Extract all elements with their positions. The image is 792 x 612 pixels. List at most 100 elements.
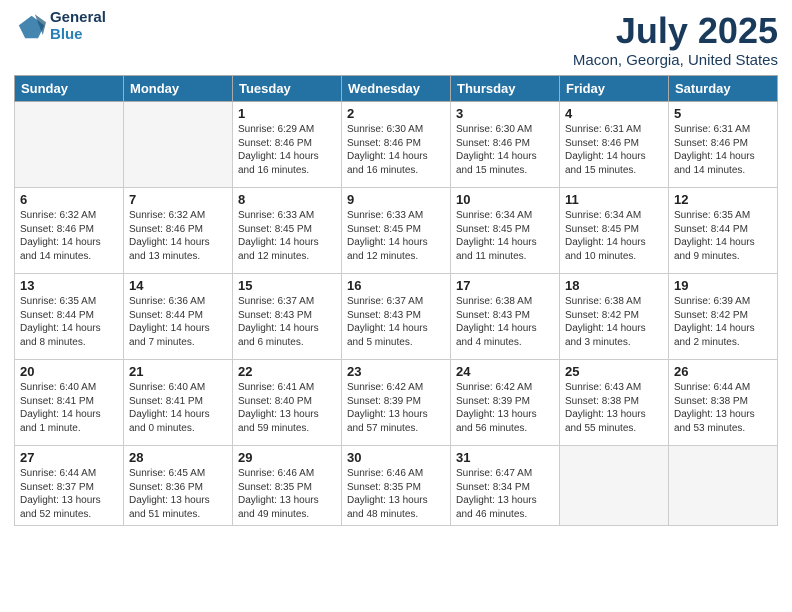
table-cell: 24 Sunrise: 6:42 AMSunset: 8:39 PMDayligh… xyxy=(451,360,560,446)
day-info: Sunrise: 6:36 AMSunset: 8:44 PMDaylight:… xyxy=(129,295,227,349)
table-cell: 28 Sunrise: 6:45 AMSunset: 8:36 PMDayligh… xyxy=(124,446,233,526)
day-info: Sunrise: 6:38 AMSunset: 8:42 PMDaylight:… xyxy=(565,295,663,349)
day-info: Sunrise: 6:44 AMSunset: 8:38 PMDaylight:… xyxy=(674,381,772,435)
table-cell: 27 Sunrise: 6:44 AMSunset: 8:37 PMDayligh… xyxy=(15,446,124,526)
day-number: 2 xyxy=(347,106,445,121)
table-cell: 20 Sunrise: 6:40 AMSunset: 8:41 PMDayligh… xyxy=(15,360,124,446)
day-info: Sunrise: 6:45 AMSunset: 8:36 PMDaylight:… xyxy=(129,467,227,521)
day-info: Sunrise: 6:31 AMSunset: 8:46 PMDaylight:… xyxy=(565,123,663,177)
table-cell: 30 Sunrise: 6:46 AMSunset: 8:35 PMDayligh… xyxy=(342,446,451,526)
day-number: 29 xyxy=(238,450,336,465)
table-cell: 11 Sunrise: 6:34 AMSunset: 8:45 PMDayligh… xyxy=(560,188,669,274)
table-cell xyxy=(15,102,124,188)
day-number: 19 xyxy=(674,278,772,293)
day-info: Sunrise: 6:40 AMSunset: 8:41 PMDaylight:… xyxy=(20,381,118,435)
table-cell: 3Sunrise: 6:30 AMSunset: 8:46 PMDaylight… xyxy=(451,102,560,188)
day-number: 16 xyxy=(347,278,445,293)
page-subtitle: Macon, Georgia, United States xyxy=(573,52,778,69)
day-number: 22 xyxy=(238,364,336,379)
day-number: 30 xyxy=(347,450,445,465)
day-info: Sunrise: 6:46 AMSunset: 8:35 PMDaylight:… xyxy=(238,467,336,521)
title-block: July 2025 Macon, Georgia, United States xyxy=(573,10,778,69)
table-cell: 31 Sunrise: 6:47 AMSunset: 8:34 PMDayligh… xyxy=(451,446,560,526)
day-info: Sunrise: 6:46 AMSunset: 8:35 PMDaylight:… xyxy=(347,467,445,521)
table-cell: 23 Sunrise: 6:42 AMSunset: 8:39 PMDayligh… xyxy=(342,360,451,446)
table-cell: 17 Sunrise: 6:38 AMSunset: 8:43 PMDayligh… xyxy=(451,274,560,360)
day-info: Sunrise: 6:30 AMSunset: 8:46 PMDaylight:… xyxy=(347,123,445,177)
day-number: 26 xyxy=(674,364,772,379)
day-number: 8 xyxy=(238,192,336,207)
day-number: 1 xyxy=(238,106,336,121)
day-number: 14 xyxy=(129,278,227,293)
table-cell: 16 Sunrise: 6:37 AMSunset: 8:43 PMDayligh… xyxy=(342,274,451,360)
day-number: 11 xyxy=(565,192,663,207)
table-cell: 18 Sunrise: 6:38 AMSunset: 8:42 PMDayligh… xyxy=(560,274,669,360)
table-cell: 10 Sunrise: 6:34 AMSunset: 8:45 PMDayligh… xyxy=(451,188,560,274)
day-info: Sunrise: 6:37 AMSunset: 8:43 PMDaylight:… xyxy=(347,295,445,349)
col-saturday: Saturday xyxy=(669,76,778,102)
calendar-table: Sunday Monday Tuesday Wednesday Thursday… xyxy=(14,75,778,526)
day-number: 25 xyxy=(565,364,663,379)
calendar-header-row: Sunday Monday Tuesday Wednesday Thursday… xyxy=(15,76,778,102)
day-info: Sunrise: 6:35 AMSunset: 8:44 PMDaylight:… xyxy=(674,209,772,263)
header: General Blue July 2025 Macon, Georgia, U… xyxy=(14,10,778,69)
table-cell: 8Sunrise: 6:33 AMSunset: 8:45 PMDaylight… xyxy=(233,188,342,274)
day-number: 7 xyxy=(129,192,227,207)
table-cell: 7 Sunrise: 6:32 AMSunset: 8:46 PMDaylight… xyxy=(124,188,233,274)
table-cell: 15 Sunrise: 6:37 AMSunset: 8:43 PMDayligh… xyxy=(233,274,342,360)
table-cell: 14 Sunrise: 6:36 AMSunset: 8:44 PMDayligh… xyxy=(124,274,233,360)
day-number: 24 xyxy=(456,364,554,379)
day-number: 31 xyxy=(456,450,554,465)
day-info: Sunrise: 6:37 AMSunset: 8:43 PMDaylight:… xyxy=(238,295,336,349)
col-monday: Monday xyxy=(124,76,233,102)
day-number: 18 xyxy=(565,278,663,293)
col-sunday: Sunday xyxy=(15,76,124,102)
table-cell: 4Sunrise: 6:31 AMSunset: 8:46 PMDaylight… xyxy=(560,102,669,188)
table-cell: 13 Sunrise: 6:35 AMSunset: 8:44 PMDayligh… xyxy=(15,274,124,360)
day-info: Sunrise: 6:44 AMSunset: 8:37 PMDaylight:… xyxy=(20,467,118,521)
day-info: Sunrise: 6:42 AMSunset: 8:39 PMDaylight:… xyxy=(347,381,445,435)
col-thursday: Thursday xyxy=(451,76,560,102)
table-cell: 6Sunrise: 6:32 AMSunset: 8:46 PMDaylight… xyxy=(15,188,124,274)
col-tuesday: Tuesday xyxy=(233,76,342,102)
table-cell: 29 Sunrise: 6:46 AMSunset: 8:35 PMDayligh… xyxy=(233,446,342,526)
table-cell: 21 Sunrise: 6:40 AMSunset: 8:41 PMDayligh… xyxy=(124,360,233,446)
day-number: 10 xyxy=(456,192,554,207)
day-number: 9 xyxy=(347,192,445,207)
day-info: Sunrise: 6:40 AMSunset: 8:41 PMDaylight:… xyxy=(129,381,227,435)
day-info: Sunrise: 6:38 AMSunset: 8:43 PMDaylight:… xyxy=(456,295,554,349)
day-info: Sunrise: 6:34 AMSunset: 8:45 PMDaylight:… xyxy=(456,209,554,263)
table-cell: 12 Sunrise: 6:35 AMSunset: 8:44 PMDayligh… xyxy=(669,188,778,274)
day-info: Sunrise: 6:29 AMSunset: 8:46 PMDaylight:… xyxy=(238,123,336,177)
day-number: 15 xyxy=(238,278,336,293)
day-number: 17 xyxy=(456,278,554,293)
day-info: Sunrise: 6:34 AMSunset: 8:45 PMDaylight:… xyxy=(565,209,663,263)
table-cell: 9 Sunrise: 6:33 AMSunset: 8:45 PMDaylight… xyxy=(342,188,451,274)
table-cell: 2 Sunrise: 6:30 AMSunset: 8:46 PMDaylight… xyxy=(342,102,451,188)
day-number: 20 xyxy=(20,364,118,379)
day-info: Sunrise: 6:39 AMSunset: 8:42 PMDaylight:… xyxy=(674,295,772,349)
page-container: General Blue July 2025 Macon, Georgia, U… xyxy=(0,0,792,612)
table-cell: 25Sunrise: 6:43 AMSunset: 8:38 PMDayligh… xyxy=(560,360,669,446)
table-cell xyxy=(124,102,233,188)
day-number: 12 xyxy=(674,192,772,207)
day-number: 13 xyxy=(20,278,118,293)
day-number: 23 xyxy=(347,364,445,379)
logo: General Blue xyxy=(14,10,106,43)
day-number: 3 xyxy=(456,106,554,121)
day-info: Sunrise: 6:33 AMSunset: 8:45 PMDaylight:… xyxy=(347,209,445,263)
day-info: Sunrise: 6:47 AMSunset: 8:34 PMDaylight:… xyxy=(456,467,554,521)
table-cell: 22 Sunrise: 6:41 AMSunset: 8:40 PMDayligh… xyxy=(233,360,342,446)
day-info: Sunrise: 6:35 AMSunset: 8:44 PMDaylight:… xyxy=(20,295,118,349)
day-number: 27 xyxy=(20,450,118,465)
table-cell: 5Sunrise: 6:31 AMSunset: 8:46 PMDaylight… xyxy=(669,102,778,188)
table-cell: 19 Sunrise: 6:39 AMSunset: 8:42 PMDayligh… xyxy=(669,274,778,360)
day-info: Sunrise: 6:31 AMSunset: 8:46 PMDaylight:… xyxy=(674,123,772,177)
day-info: Sunrise: 6:41 AMSunset: 8:40 PMDaylight:… xyxy=(238,381,336,435)
page-title: July 2025 xyxy=(573,10,778,52)
day-number: 21 xyxy=(129,364,227,379)
day-info: Sunrise: 6:32 AMSunset: 8:46 PMDaylight:… xyxy=(129,209,227,263)
table-cell xyxy=(560,446,669,526)
day-number: 28 xyxy=(129,450,227,465)
day-info: Sunrise: 6:42 AMSunset: 8:39 PMDaylight:… xyxy=(456,381,554,435)
